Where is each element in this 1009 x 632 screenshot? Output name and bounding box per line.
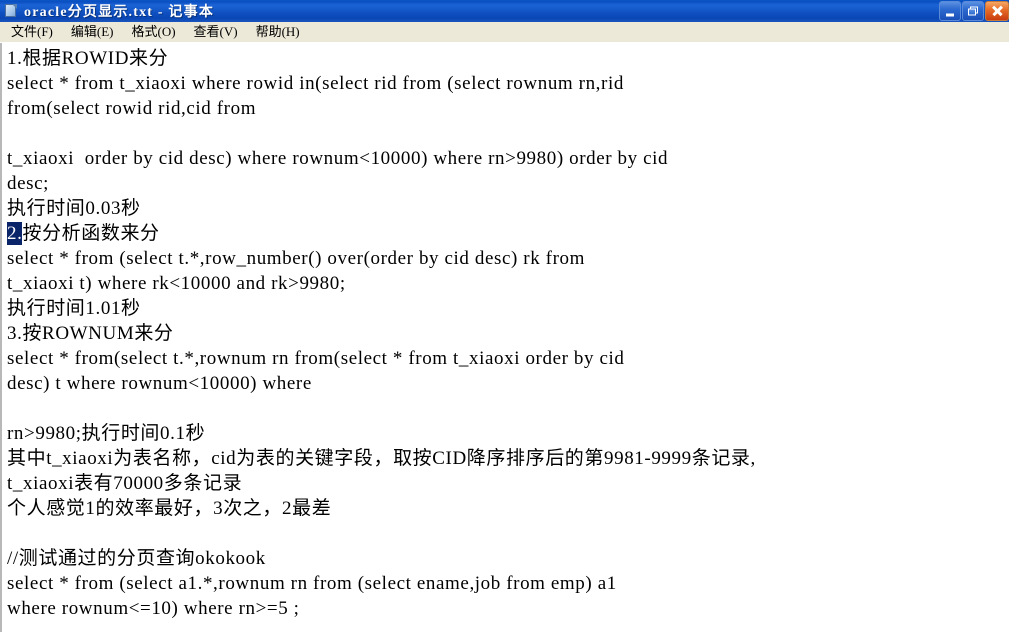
window-title: oracle分页显示.txt - 记事本 bbox=[24, 5, 215, 20]
menu-item-format[interactable]: 格式(O) bbox=[123, 23, 185, 42]
text-editor-area[interactable]: 1.根据ROWID来分 select * from t_xiaoxi where … bbox=[0, 43, 1009, 632]
text-line[interactable]: t_xiaoxi表有70000多条记录 bbox=[7, 471, 1009, 496]
text-line[interactable]: select * from t_xiaoxi where rowid in(se… bbox=[7, 71, 1009, 96]
menu-item-view[interactable]: 查看(V) bbox=[185, 23, 247, 42]
text-line[interactable]: t_xiaoxi order by cid desc) where rownum… bbox=[7, 146, 1009, 171]
text-line[interactable]: select * from(select t.*,rownum rn from(… bbox=[7, 346, 1009, 371]
text-line[interactable]: where rownum<=10) where rn>=5 ; bbox=[7, 596, 1009, 621]
text-line[interactable]: 其中t_xiaoxi为表名称，cid为表的关键字段，取按CID降序排序后的第99… bbox=[7, 446, 1009, 471]
menu-bar: 文件(F) 编辑(E) 格式(O) 查看(V) 帮助(H) bbox=[0, 22, 1009, 43]
text-line[interactable]: 执行时间0.03秒 bbox=[7, 196, 1009, 221]
text-line[interactable] bbox=[7, 396, 1009, 421]
text-line[interactable]: select * from (select t.*,row_number() o… bbox=[7, 246, 1009, 271]
window-buttons bbox=[938, 1, 1009, 21]
document-text[interactable]: 1.根据ROWID来分 select * from t_xiaoxi where … bbox=[2, 43, 1009, 621]
text-line[interactable]: rn>9980;执行时间0.1秒 bbox=[7, 421, 1009, 446]
menu-item-file[interactable]: 文件(F) bbox=[2, 23, 62, 42]
restore-icon bbox=[968, 6, 978, 16]
notepad-window: oracle分页显示.txt - 记事本 文件(F) 编辑(E) 格式(O) 查… bbox=[0, 0, 1009, 632]
text-line[interactable]: 3.按ROWNUM来分 bbox=[7, 321, 1009, 346]
text-line[interactable] bbox=[7, 521, 1009, 546]
notepad-document-icon bbox=[3, 3, 19, 19]
close-button[interactable] bbox=[985, 1, 1009, 21]
text-line[interactable]: desc) t where rownum<10000) where bbox=[7, 371, 1009, 396]
text-line[interactable]: select * from (select a1.*,rownum rn fro… bbox=[7, 571, 1009, 596]
restore-button[interactable] bbox=[962, 1, 984, 21]
selected-text[interactable]: 2. bbox=[7, 222, 23, 245]
title-bar[interactable]: oracle分页显示.txt - 记事本 bbox=[0, 0, 1009, 22]
text-line[interactable]: desc; bbox=[7, 171, 1009, 196]
text-line-rest: 按分析函数来分 bbox=[22, 223, 160, 244]
text-line[interactable]: from(select rowid rid,cid from bbox=[7, 96, 1009, 121]
menu-item-edit[interactable]: 编辑(E) bbox=[62, 23, 123, 42]
text-line[interactable]: 2.按分析函数来分 bbox=[7, 221, 1009, 246]
text-line[interactable]: 执行时间1.01秒 bbox=[7, 296, 1009, 321]
text-line[interactable]: 个人感觉1的效率最好，3次之，2最差 bbox=[7, 496, 1009, 521]
close-icon bbox=[992, 5, 1003, 17]
text-line[interactable] bbox=[7, 121, 1009, 146]
text-line[interactable]: 1.根据ROWID来分 bbox=[7, 46, 1009, 71]
menu-item-help[interactable]: 帮助(H) bbox=[247, 23, 309, 42]
text-line[interactable]: t_xiaoxi t) where rk<10000 and rk>9980; bbox=[7, 271, 1009, 296]
text-line[interactable]: //测试通过的分页查询okokook bbox=[7, 546, 1009, 571]
minimize-icon bbox=[946, 13, 954, 17]
minimize-button[interactable] bbox=[939, 1, 961, 21]
